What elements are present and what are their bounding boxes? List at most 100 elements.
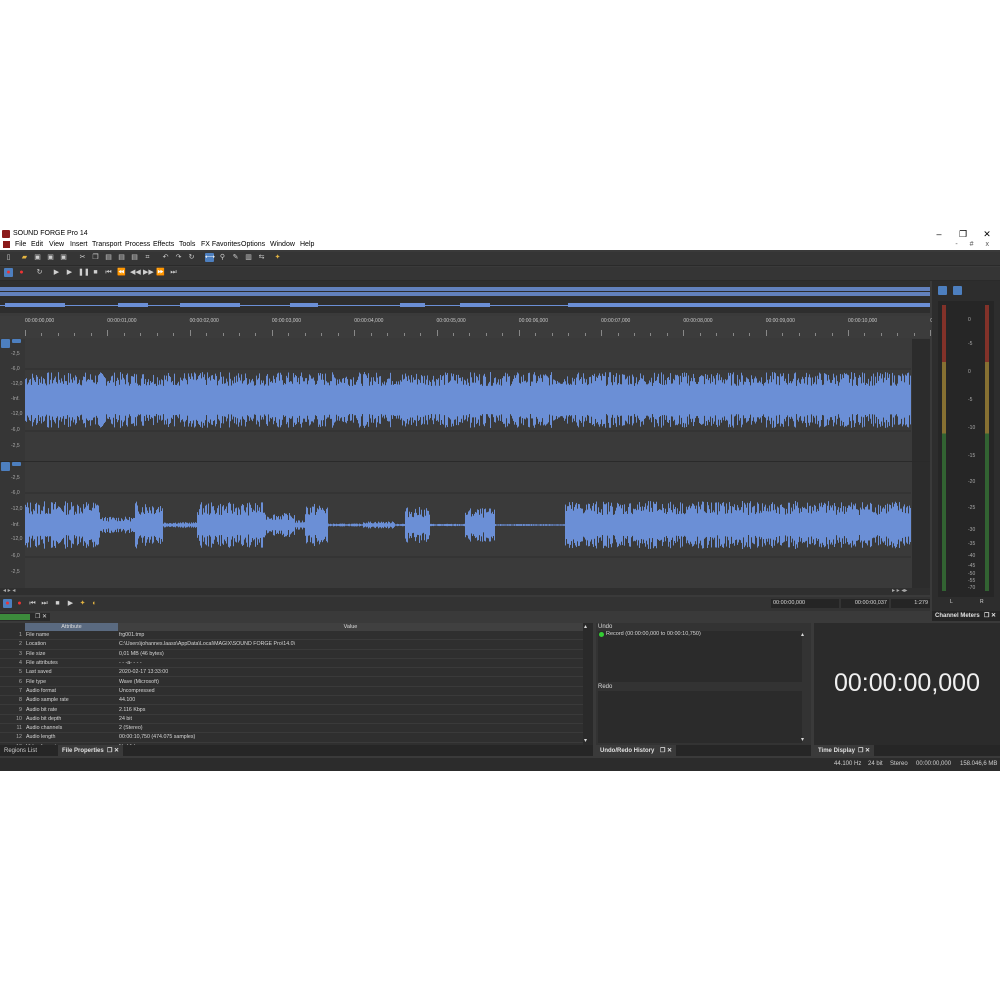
menu-help[interactable]: Help bbox=[300, 241, 314, 248]
paste-special-icon[interactable]: ▤ bbox=[130, 253, 139, 262]
file-properties-close-icon[interactable]: ❐ ✕ bbox=[107, 747, 119, 754]
dw-stop-icon[interactable]: ■ bbox=[53, 599, 62, 608]
channel-1-minimize-icon[interactable] bbox=[12, 339, 21, 343]
tab-time-display[interactable]: Time Display ❐ ✕ bbox=[814, 745, 874, 756]
stop-icon[interactable]: ■ bbox=[91, 268, 100, 277]
channel-1-waveform[interactable] bbox=[25, 339, 911, 461]
paste-icon[interactable]: ▤ bbox=[104, 253, 113, 262]
crop-icon[interactable]: ⌗ bbox=[143, 253, 152, 262]
props-row[interactable]: 12 Audio length 00:00:10,750 (474.075 samp… bbox=[0, 732, 583, 743]
rewind-icon-2[interactable]: ◀◀ bbox=[130, 268, 141, 277]
close-button[interactable]: ✕ bbox=[976, 228, 998, 240]
redo-list[interactable] bbox=[598, 691, 802, 743]
scroll-up-icon[interactable]: ▴ bbox=[584, 623, 587, 630]
menu-insert[interactable]: Insert bbox=[70, 241, 88, 248]
fast-forward-icon[interactable]: ▶▶ bbox=[143, 268, 154, 277]
zoom-in-icon[interactable]: ▸ ▸ ◂▸ bbox=[892, 587, 907, 594]
menu-edit[interactable]: Edit bbox=[31, 241, 43, 248]
channel-1-scroll-area[interactable] bbox=[912, 339, 930, 461]
overview-bar[interactable] bbox=[0, 281, 930, 313]
props-row[interactable]: 3 File size 0,01 MB (46 bytes) bbox=[0, 649, 583, 659]
new-file-icon[interactable]: ▯ bbox=[4, 253, 13, 262]
tab-regions-list[interactable]: Regions List bbox=[4, 748, 37, 754]
redo-icon[interactable]: ↷ bbox=[174, 253, 183, 262]
minimize-button[interactable]: – bbox=[928, 228, 950, 240]
envelope-tool-icon[interactable]: ▥ bbox=[244, 253, 253, 262]
menu-window[interactable]: Window bbox=[270, 241, 295, 248]
zoom-out-icon[interactable]: ◂ ▸ ◂ bbox=[3, 587, 15, 594]
scroll-down-icon[interactable]: ▾ bbox=[584, 737, 587, 744]
undo-scroll-up-icon[interactable]: ▴ bbox=[801, 631, 804, 638]
props-row[interactable]: 6 File type Wave (Microsoft) bbox=[0, 676, 583, 687]
props-row[interactable]: 10 Audio bit depth 24 bit bbox=[0, 714, 583, 724]
props-row[interactable]: 4 File attributes - - -a- - - - bbox=[0, 658, 583, 669]
undo-list[interactable]: Record (00:00:00,000 to 00:00:10,750) bbox=[598, 631, 802, 682]
menu-tools[interactable]: Tools bbox=[179, 241, 195, 248]
pencil-tool-icon[interactable]: ✎ bbox=[231, 253, 240, 262]
menu-transport[interactable]: Transport bbox=[92, 241, 122, 248]
meter-options-icon[interactable] bbox=[938, 286, 947, 295]
pause-icon[interactable]: ❚❚ bbox=[78, 268, 90, 277]
document-tab[interactable]: ❐ ✕ bbox=[0, 613, 50, 621]
menu-options[interactable]: Options bbox=[241, 241, 265, 248]
channel-2-toggle-icon[interactable] bbox=[1, 462, 10, 471]
channel-2-waveform[interactable] bbox=[25, 462, 911, 588]
go-to-end-icon[interactable]: ⏭ bbox=[169, 268, 178, 277]
time-ruler[interactable]: 00:00:00,000 00:00:01,000 00:00:02,000 00:0… bbox=[0, 316, 998, 338]
event-tool-icon[interactable]: ⇆ bbox=[257, 253, 266, 262]
menu-view[interactable]: View bbox=[49, 241, 64, 248]
props-row[interactable]: 2 Location C:\Users\johannes.laass\AppData… bbox=[0, 639, 583, 650]
open-folder-icon[interactable]: ▰ bbox=[20, 253, 29, 262]
channel-1-toggle-icon[interactable] bbox=[1, 339, 10, 348]
props-header-value[interactable]: Value bbox=[118, 623, 583, 631]
cut-icon[interactable]: ✂ bbox=[78, 253, 87, 262]
dw-plugin-icon[interactable]: ✦ bbox=[78, 599, 87, 608]
menu-process[interactable]: Process bbox=[125, 241, 150, 248]
document-tab-close-icon[interactable]: ❐ ✕ bbox=[35, 613, 47, 620]
save-as-icon[interactable]: ▣ bbox=[46, 253, 55, 262]
undo-redo-close-icon[interactable]: ❐ ✕ bbox=[660, 747, 672, 754]
meter-reset-icon[interactable] bbox=[953, 286, 962, 295]
selection-length-field[interactable]: 00:00:00,037 bbox=[841, 599, 889, 608]
repeat-icon[interactable]: ↻ bbox=[187, 253, 196, 262]
edit-tool-icon[interactable]: ⟷ bbox=[205, 253, 215, 262]
channel-meters-close-icon[interactable]: ❐ ✕ bbox=[984, 612, 996, 619]
channel-2-scroll-area[interactable] bbox=[912, 462, 930, 588]
copy-icon[interactable]: ❐ bbox=[91, 253, 100, 262]
tab-file-properties[interactable]: File Properties ❐ ✕ bbox=[58, 745, 123, 756]
go-to-start-icon[interactable]: ⏮ bbox=[104, 268, 113, 277]
dw-record-mode-icon[interactable]: ● bbox=[3, 599, 12, 608]
props-row[interactable]: 7 Audio format Uncompressed bbox=[0, 686, 583, 697]
play-all-icon[interactable]: ▶ bbox=[52, 268, 61, 277]
document-window-buttons[interactable]: - # x bbox=[955, 241, 994, 248]
rewind-icon[interactable]: ⏪ bbox=[117, 268, 126, 277]
props-row[interactable]: 5 Last saved 2020-02-17 13:33:00 bbox=[0, 667, 583, 678]
dw-scrub-icon[interactable]: ◐ bbox=[90, 599, 99, 608]
record-mode-icon[interactable]: ● bbox=[4, 268, 13, 277]
props-row[interactable]: 8 Audio sample rate 44.100 bbox=[0, 695, 583, 706]
dw-go-end-icon[interactable]: ⏭ bbox=[40, 599, 49, 608]
record-icon[interactable]: ● bbox=[17, 268, 26, 277]
dw-go-start-icon[interactable]: ⏮ bbox=[28, 599, 37, 608]
props-row[interactable]: 11 Audio channels 2 (Stereo) bbox=[0, 723, 583, 734]
tab-undo-redo-history[interactable]: Undo/Redo History ❐ ✕ bbox=[596, 745, 676, 756]
channel-2-minimize-icon[interactable] bbox=[12, 462, 21, 466]
save-icon[interactable]: ▣ bbox=[33, 253, 42, 262]
maximize-button[interactable]: ❐ bbox=[952, 228, 974, 240]
undo-icon[interactable]: ↶ bbox=[161, 253, 170, 262]
props-header-attribute[interactable]: Attribute bbox=[25, 623, 118, 631]
zoom-ratio-field[interactable]: 1:279 bbox=[891, 599, 930, 608]
undo-item[interactable]: Record (00:00:00,000 to 00:00:10,750) bbox=[606, 631, 701, 637]
dw-record-icon[interactable]: ● bbox=[15, 599, 24, 608]
plugin-icon[interactable]: ✦ bbox=[273, 253, 282, 262]
props-scrollbar[interactable]: ▴ ▾ bbox=[583, 623, 593, 745]
mix-icon[interactable]: ▤ bbox=[117, 253, 126, 262]
menu-fx-favorites[interactable]: FX Favorites bbox=[201, 241, 241, 248]
forward-icon[interactable]: ⏩ bbox=[156, 268, 165, 277]
time-display-close-icon[interactable]: ❐ ✕ bbox=[858, 747, 870, 754]
dw-play-icon[interactable]: ▶ bbox=[66, 599, 75, 608]
save-all-icon[interactable]: ▣ bbox=[59, 253, 68, 262]
menu-effects[interactable]: Effects bbox=[153, 241, 174, 248]
props-row[interactable]: 1 File name frg001.tmp bbox=[0, 631, 583, 641]
zoom-tool-icon[interactable]: ⚲ bbox=[218, 253, 227, 262]
